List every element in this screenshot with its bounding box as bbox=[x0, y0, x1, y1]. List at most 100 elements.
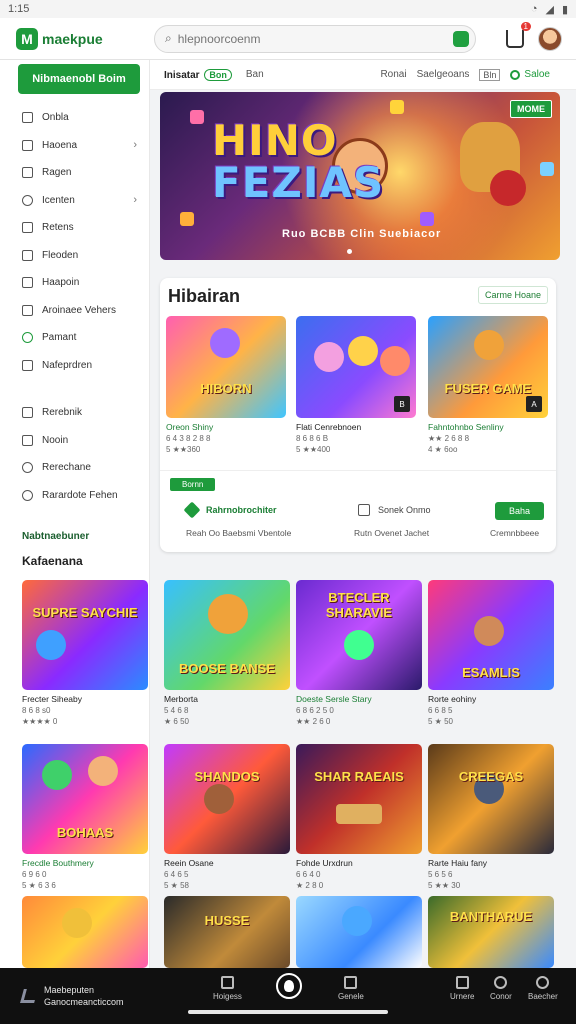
sidebar-item-pamant[interactable]: Pamant bbox=[0, 324, 149, 352]
game-card[interactable]: SUPRE SAYCHIE Frecter Siheaby 8 6 8 s0 ★… bbox=[22, 580, 148, 726]
bottom-brand[interactable]: Maebeputen Ganocmeancticcom bbox=[20, 984, 202, 1008]
promo-tag-button[interactable]: Bornn bbox=[170, 478, 216, 491]
game-rating: 5 ★ 6 3 6 bbox=[22, 881, 56, 890]
game-name: Reein Osane bbox=[164, 858, 214, 868]
shield-icon[interactable] bbox=[453, 30, 469, 47]
sidebar-item-icenten[interactable]: Icenten › bbox=[0, 187, 149, 215]
game-card[interactable] bbox=[22, 896, 148, 968]
sidebar-item-label: Haoena bbox=[42, 139, 78, 151]
bottom-nav-item[interactable]: Baecher bbox=[528, 976, 558, 1001]
game-card[interactable]: CREEGAS Rarte Haiu fany 5 6 5 6 5 ★★ 30 bbox=[428, 744, 554, 890]
game-card[interactable]: ESAMLIS Rorte eohiny 6 6 8 5 5 ★ 50 bbox=[428, 580, 554, 726]
bottom-nav-item[interactable]: Conor bbox=[490, 976, 512, 1001]
game-card[interactable]: BANTHARUE bbox=[428, 896, 554, 968]
chat-icon bbox=[22, 359, 33, 371]
hero-banner[interactable]: HINO FEZIAS Ruo BCBB Clin Suebiacor MOME bbox=[160, 92, 560, 260]
sidebar-item-nafeprdren[interactable]: Nafeprdren bbox=[0, 352, 149, 380]
game-rating: ★★ 2 6 0 bbox=[296, 717, 331, 726]
hero-badge[interactable]: MOME bbox=[510, 100, 552, 118]
edit-icon bbox=[358, 504, 370, 516]
clock-icon bbox=[22, 462, 33, 474]
cart-badge: 1 bbox=[520, 21, 531, 31]
featured-more-button[interactable]: Carme Hoane bbox=[477, 286, 548, 304]
sidebar-item-onbla[interactable]: Onbla bbox=[0, 104, 149, 132]
grid-icon bbox=[22, 407, 33, 419]
character-icon bbox=[88, 756, 118, 786]
game-card[interactable]: BOHAAS Frecdle Bouthmery 6 9 6 0 5 ★ 6 3… bbox=[22, 744, 148, 890]
character-icon bbox=[208, 594, 248, 634]
game-card[interactable]: B Flati Cenrebnoen 8 6 8 6 B 5 ★★400 bbox=[296, 316, 416, 454]
game-card[interactable]: SHANDOS Reein Osane 6 4 6 5 5 ★ 58 bbox=[164, 744, 290, 890]
promo-mid[interactable]: Sonek Onmo bbox=[358, 504, 431, 516]
tab-saelgeoans[interactable]: Saelgeoans bbox=[417, 69, 470, 80]
search-bar[interactable]: ⌕ bbox=[154, 24, 476, 53]
sidebar-item-label: Pamant bbox=[42, 332, 77, 344]
game-card[interactable]: HIBORN Oreon Shiny 6 4 3 8 2 8 8 5 ★★360 bbox=[166, 316, 286, 454]
game-meta: ★★ 2 6 8 8 bbox=[428, 434, 470, 443]
tab-label: Inisatar bbox=[164, 69, 200, 81]
game-meta: 5 4 6 8 bbox=[164, 706, 189, 715]
sidebar-item-ragen[interactable]: Ragen bbox=[0, 159, 149, 187]
status-bar: 1:15 ◔ ◢ ▮ bbox=[0, 0, 576, 18]
game-rating: 5 ★ 58 bbox=[164, 881, 189, 890]
game-card[interactable]: FUSER GAME A Fahntohnbo Senliny ★★ 2 6 8… bbox=[428, 316, 548, 454]
game-thumb-title: HUSSE bbox=[204, 913, 250, 928]
character-icon bbox=[348, 336, 378, 366]
avatar[interactable] bbox=[538, 26, 562, 51]
promo-action-button[interactable]: Baha bbox=[494, 502, 544, 520]
promo-left-sub: Reah Oo Baebsmi Vbentole bbox=[186, 528, 292, 538]
bottom-nav-center-button[interactable] bbox=[276, 973, 302, 999]
game-thumb-title: HIBORN bbox=[200, 381, 252, 396]
game-card[interactable]: SHAR RAEAIS Fohde Urxdrun 6 6 4 0 ★ 2 8 … bbox=[296, 744, 422, 890]
brand-mark-icon: M bbox=[16, 27, 38, 50]
game-name: Fahntohnbo Senliny bbox=[428, 422, 504, 432]
sidebar-item-haoena[interactable]: Haoena › bbox=[0, 132, 149, 160]
character-icon bbox=[380, 346, 410, 376]
card-divider bbox=[160, 470, 556, 471]
filter-box-button[interactable]: Bln bbox=[479, 68, 501, 81]
game-rating: 5 ★★400 bbox=[296, 445, 331, 454]
character-icon bbox=[42, 760, 72, 790]
game-thumb-title: BANTHARUE bbox=[449, 909, 533, 924]
game-card[interactable]: BTECLER SHARAVIE Doeste Sersle Stary 6 8… bbox=[296, 580, 422, 726]
game-rating: 5 ★ 50 bbox=[428, 717, 453, 726]
sidebar-item-rerebnik[interactable]: Rerebnik bbox=[0, 399, 149, 427]
music-icon bbox=[22, 249, 33, 261]
sidebar-item-aroinaee[interactable]: Aroinaee Vehers bbox=[0, 297, 149, 325]
sidebar-item-nooin[interactable]: Nooin bbox=[0, 427, 149, 455]
game-card[interactable] bbox=[296, 896, 422, 968]
promo-left-label: Rahrnobrochiter bbox=[206, 505, 277, 515]
game-card[interactable]: HUSSE bbox=[164, 896, 290, 968]
treasure-icon bbox=[336, 804, 382, 824]
sidebar-item-retens[interactable]: Retens bbox=[0, 214, 149, 242]
hero-ball bbox=[490, 170, 526, 206]
sidebar-item-fleoden[interactable]: Fleoden bbox=[0, 242, 149, 270]
game-name: Frecter Siheaby bbox=[22, 694, 82, 704]
character-icon bbox=[314, 342, 344, 372]
sidebar-cta-button[interactable]: Nibmaenobl Boim bbox=[18, 64, 140, 94]
sidebar-item-rerechane[interactable]: Rerechane bbox=[0, 454, 149, 482]
bottom-nav-item[interactable]: Genele bbox=[338, 976, 364, 1001]
promo-mid-sub: Rutn Ovenet Jachet bbox=[354, 528, 430, 538]
home-indicator[interactable] bbox=[188, 1010, 388, 1014]
top-bar: M maekpue ⌕ 1 bbox=[0, 18, 576, 60]
status-icons: ◔ ◢ ▮ bbox=[531, 3, 568, 16]
save-button[interactable]: Saloe bbox=[510, 69, 550, 80]
carousel-dot[interactable] bbox=[347, 249, 352, 254]
cart-icon[interactable]: 1 bbox=[506, 21, 531, 48]
bottom-nav-item[interactable]: Hoigess bbox=[213, 976, 242, 1001]
search-input[interactable] bbox=[177, 31, 447, 46]
promo-left[interactable]: Rahrnobrochiter bbox=[183, 501, 277, 519]
sidebar-item-haapoin[interactable]: Haapoin bbox=[0, 269, 149, 297]
tab-ronai[interactable]: Ronai bbox=[380, 69, 406, 80]
bottom-nav-item[interactable]: Urnere bbox=[450, 976, 474, 1001]
sidebar-item-rarardote[interactable]: Rarardote Fehen bbox=[0, 482, 149, 510]
game-name: Merborta bbox=[164, 694, 199, 704]
character-icon bbox=[344, 630, 374, 660]
tab-inisatar[interactable]: Inisatar Bon bbox=[164, 68, 232, 81]
game-name: Doeste Sersle Stary bbox=[296, 694, 372, 704]
tab-ban[interactable]: Ban bbox=[246, 69, 264, 80]
brand-logo[interactable]: M maekpue bbox=[16, 27, 136, 50]
game-card[interactable]: BOOSE BANSE Merborta 5 4 6 8 ★ 6 50 bbox=[164, 580, 290, 726]
cube-decoration bbox=[540, 162, 554, 176]
